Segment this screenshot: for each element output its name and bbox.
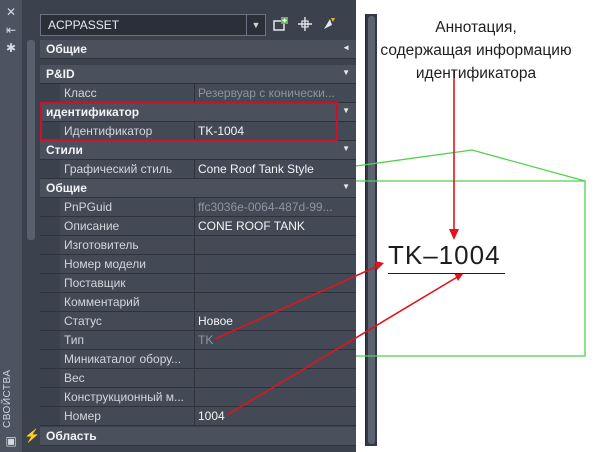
callout-line: содержащая информацию — [380, 42, 572, 59]
type-arrow — [214, 264, 381, 340]
callout-text: Аннотация, содержащая информацию идентиф… — [358, 16, 594, 85]
arrowhead — [454, 273, 463, 281]
arrowhead — [375, 261, 384, 270]
number-arrow — [226, 275, 460, 416]
tank-roof — [355, 149, 586, 182]
callout-line: Аннотация, — [435, 19, 517, 36]
tag-annotation[interactable]: TK–1004 — [388, 240, 501, 270]
annotation-underline — [388, 273, 505, 274]
callout-line: идентификатора — [415, 65, 537, 82]
arrowhead — [449, 229, 459, 240]
